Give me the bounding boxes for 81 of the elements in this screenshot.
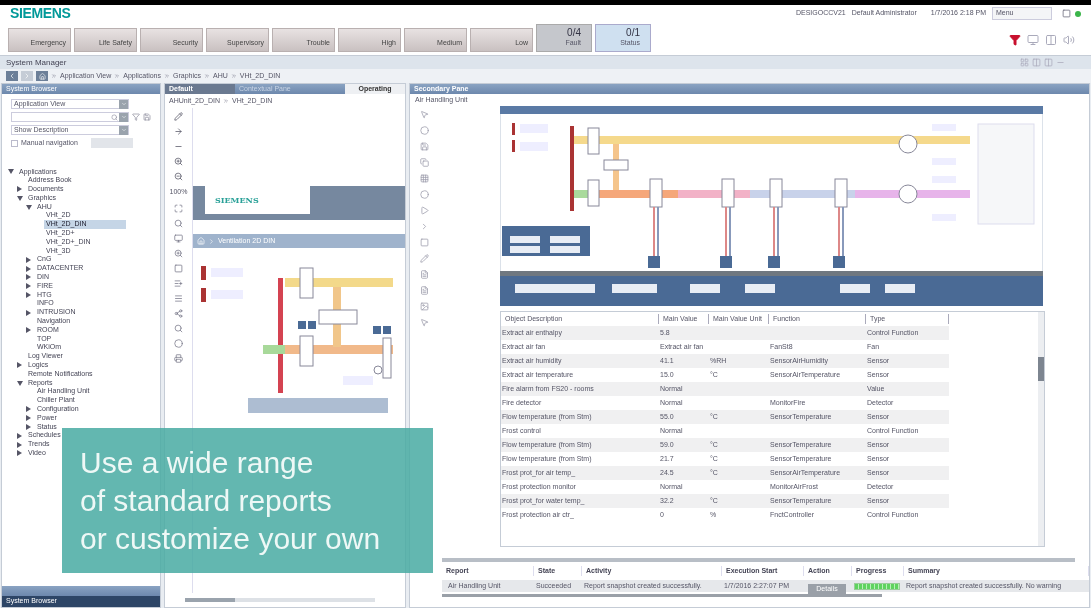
collapsed-triangle-icon[interactable]: [26, 309, 31, 316]
circle-icon[interactable]: [174, 338, 183, 348]
forward-button[interactable]: [21, 71, 33, 81]
save-icon[interactable]: [419, 142, 429, 151]
zoom-in-icon[interactable]: [174, 157, 183, 166]
play-icon[interactable]: [419, 206, 429, 215]
collapsed-triangle-icon[interactable]: [26, 415, 31, 422]
progress-bar: [854, 582, 900, 590]
vertical-scrollbar[interactable]: [1038, 312, 1044, 546]
home-button[interactable]: [36, 71, 48, 81]
home-icon: [38, 72, 46, 80]
window-title: System Manager: [6, 56, 67, 69]
save-icon[interactable]: [143, 113, 151, 121]
collapsed-triangle-icon[interactable]: [26, 265, 31, 272]
pointer-icon[interactable]: [419, 318, 429, 327]
collapsed-triangle-icon[interactable]: [17, 362, 22, 369]
panel-tab[interactable]: [2, 586, 160, 596]
search-icon[interactable]: [174, 218, 183, 228]
speaker-icon[interactable]: [1063, 34, 1075, 46]
siemens-logo: SIEMENS: [215, 194, 259, 206]
collapsed-triangle-icon[interactable]: [17, 432, 22, 439]
expanded-triangle-icon[interactable]: [17, 380, 23, 386]
collapsed-triangle-icon[interactable]: [26, 406, 31, 413]
image-icon[interactable]: [419, 302, 429, 311]
collapsed-triangle-icon[interactable]: [17, 450, 22, 457]
chevron-left-icon: [8, 72, 16, 80]
collapsed-triangle-icon[interactable]: [17, 441, 22, 448]
chevrons-right-icon: [222, 98, 229, 104]
collapsed-triangle-icon[interactable]: [26, 424, 31, 430]
layout-icon[interactable]: [1044, 58, 1053, 67]
list-icon[interactable]: [174, 278, 183, 288]
document-icon[interactable]: [419, 286, 429, 295]
layout-icon[interactable]: [1020, 58, 1029, 67]
pencil-icon[interactable]: [419, 254, 429, 263]
document-icon[interactable]: [419, 270, 429, 279]
share-icon[interactable]: [174, 308, 183, 318]
grid-icon[interactable]: [419, 174, 429, 183]
expanded-triangle-icon[interactable]: [26, 204, 32, 210]
chevrons-right-icon: [51, 73, 57, 79]
copy-icon[interactable]: [419, 158, 429, 167]
pencil-icon[interactable]: [174, 112, 183, 121]
circle-icon[interactable]: [419, 190, 429, 199]
collapsed-triangle-icon[interactable]: [26, 327, 31, 334]
chevrons-right-icon: [114, 73, 121, 79]
chevron-right-icon: [23, 72, 31, 80]
menu-icon[interactable]: [174, 293, 183, 303]
collapsed-triangle-icon[interactable]: [26, 256, 31, 263]
siemens-logo: SIEMENS: [10, 4, 71, 23]
layout-icon[interactable]: [1032, 58, 1041, 67]
collapsed-triangle-icon[interactable]: [17, 186, 22, 193]
expanded-triangle-icon[interactable]: [17, 195, 23, 201]
pointer-icon[interactable]: [419, 110, 429, 119]
back-button[interactable]: [6, 71, 18, 81]
square-icon[interactable]: [419, 238, 429, 247]
collapsed-triangle-icon[interactable]: [26, 292, 31, 299]
arrow-right-icon[interactable]: [174, 127, 183, 136]
home-icon[interactable]: [197, 237, 205, 245]
expanded-triangle-icon[interactable]: [8, 169, 14, 175]
collapsed-triangle-icon[interactable]: [26, 274, 31, 281]
printer-icon[interactable]: [174, 353, 183, 363]
zoom-out-icon[interactable]: [174, 172, 183, 181]
collapsed-triangle-icon[interactable]: [26, 283, 31, 290]
caption-text: Use a wide range of standard reports or customize your own: [80, 444, 381, 557]
zoom-in-icon[interactable]: [174, 248, 183, 258]
chevrons-right-icon: [204, 73, 210, 79]
search-field[interactable]: [11, 112, 129, 122]
filter-icon[interactable]: [1009, 34, 1021, 46]
circle-icon[interactable]: [419, 126, 429, 135]
horizontal-scrollbar[interactable]: [185, 598, 375, 602]
fit-view-icon[interactable]: [174, 203, 183, 213]
chevrons-right-icon: [230, 73, 237, 79]
search-icon[interactable]: [174, 323, 183, 333]
monitor-icon[interactable]: [1027, 34, 1039, 46]
search-icon: [111, 113, 118, 121]
window-icon[interactable]: [1062, 9, 1071, 18]
chevrons-right-icon: [164, 73, 170, 79]
checkbox[interactable]: [11, 139, 18, 147]
screen-icon[interactable]: [1045, 34, 1057, 46]
square-icon[interactable]: [174, 263, 183, 273]
chevron-right-icon: [208, 237, 215, 245]
monitor-icon[interactable]: [174, 233, 183, 243]
